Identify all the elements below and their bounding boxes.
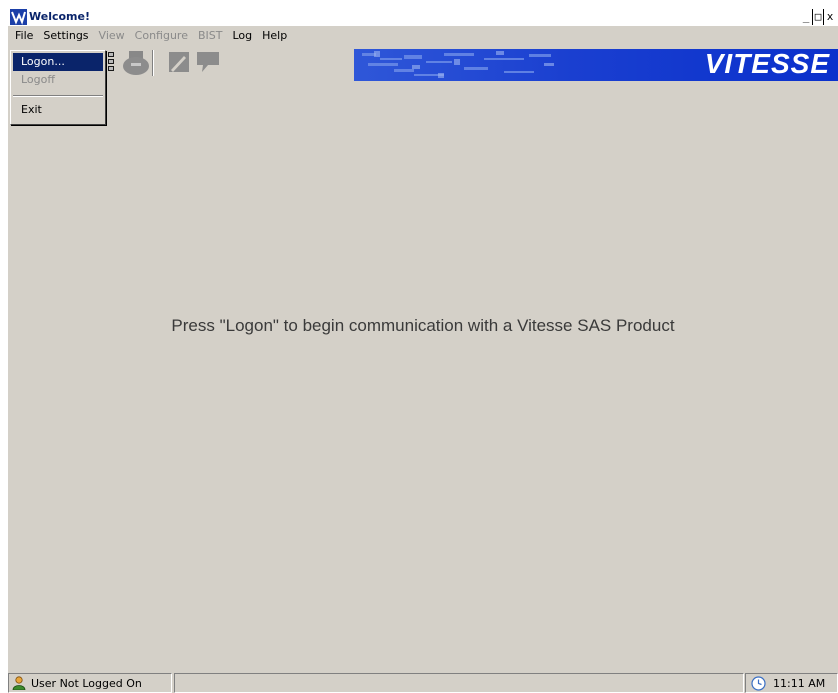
menu-separator <box>13 95 103 97</box>
menu-help[interactable]: Help <box>257 29 292 42</box>
menu-settings[interactable]: Settings <box>38 29 93 42</box>
welcome-message: Press "Logon" to begin communication wit… <box>171 316 675 335</box>
maximize-button[interactable]: □ <box>812 9 824 25</box>
status-pane-message <box>174 673 744 693</box>
menu-log[interactable]: Log <box>227 29 257 42</box>
clock-icon <box>751 676 766 691</box>
title-bar[interactable]: Welcome! _ □ x <box>8 8 838 26</box>
menu-item-logon[interactable]: Logon... <box>13 53 103 71</box>
menu-item-exit[interactable]: Exit <box>13 101 103 119</box>
user-status-text: User Not Logged On <box>31 677 142 690</box>
brand-logo-text: VITESSE <box>704 49 830 79</box>
menu-item-logoff[interactable]: Logoff <box>13 71 103 89</box>
window-controls: _ □ x <box>800 9 836 25</box>
menu-bar: File Settings View Configure BIST Log He… <box>8 26 838 44</box>
menu-bist[interactable]: BIST <box>193 29 228 42</box>
comment-icon[interactable] <box>196 50 220 74</box>
status-bar: User Not Logged On 11:11 AM <box>8 672 838 693</box>
status-pane-user: User Not Logged On <box>8 673 172 693</box>
list-icon[interactable] <box>108 50 116 74</box>
printer-icon[interactable] <box>122 50 150 76</box>
user-icon <box>12 676 26 690</box>
window-title: Welcome! <box>29 10 90 23</box>
menu-file[interactable]: File <box>10 29 38 42</box>
app-logo-icon <box>10 9 27 25</box>
menu-configure[interactable]: Configure <box>130 29 193 42</box>
file-dropdown-menu: Logon... Logoff Exit <box>10 50 106 125</box>
status-pane-time: 11:11 AM <box>745 673 838 693</box>
note-icon[interactable] <box>168 50 190 74</box>
menu-view[interactable]: View <box>94 29 130 42</box>
close-button[interactable]: x <box>824 9 836 25</box>
toolbar-separator <box>152 50 154 76</box>
brand-banner: VITESSE <box>354 49 838 81</box>
status-time: 11:11 AM <box>773 677 826 690</box>
minimize-button[interactable]: _ <box>800 9 812 25</box>
app-window: Welcome! _ □ x File Settings View Config… <box>8 8 838 693</box>
